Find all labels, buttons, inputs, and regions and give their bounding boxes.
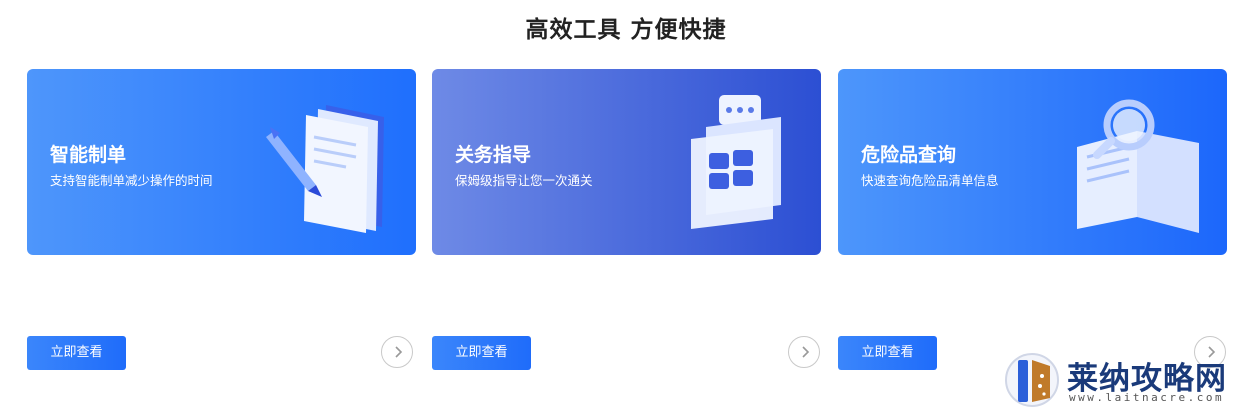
view-button-dangerous-goods[interactable]: 立即查看 xyxy=(838,336,937,370)
card-description: 保姆级指导让您一次通关 xyxy=(455,173,593,188)
site-logo-icon xyxy=(1005,353,1059,407)
next-arrow-button[interactable] xyxy=(788,336,820,368)
card-customs-guide[interactable]: 关务指导 保姆级指导让您一次通关 xyxy=(432,69,821,255)
card-description: 快速查询危险品清单信息 xyxy=(861,173,999,188)
chat-window-icon xyxy=(691,95,781,229)
card-description: 支持智能制单减少操作的时间 xyxy=(50,173,213,188)
view-button-customs-guide[interactable]: 立即查看 xyxy=(432,336,531,370)
card-title: 危险品查询 xyxy=(861,144,957,166)
document-pen-icon xyxy=(266,105,384,233)
chevron-right-icon xyxy=(802,346,810,358)
card-title: 关务指导 xyxy=(455,144,532,166)
card-title: 智能制单 xyxy=(50,144,127,166)
section-title: 高效工具 方便快捷 xyxy=(525,17,727,43)
view-button-smart-order[interactable]: 立即查看 xyxy=(27,336,126,370)
watermark: 莱纳攻略网 www.laitnacre.com xyxy=(1003,350,1252,412)
watermark-url: www.laitnacre.com xyxy=(1069,391,1225,404)
book-magnifier-icon xyxy=(1077,99,1199,233)
next-arrow-button[interactable] xyxy=(381,336,413,368)
card-smart-order[interactable]: 智能制单 支持智能制单减少操作的时间 xyxy=(27,69,416,255)
card-dangerous-goods[interactable]: 危险品查询 快速查询危险品清单信息 xyxy=(838,69,1227,255)
chevron-right-icon xyxy=(395,346,403,358)
